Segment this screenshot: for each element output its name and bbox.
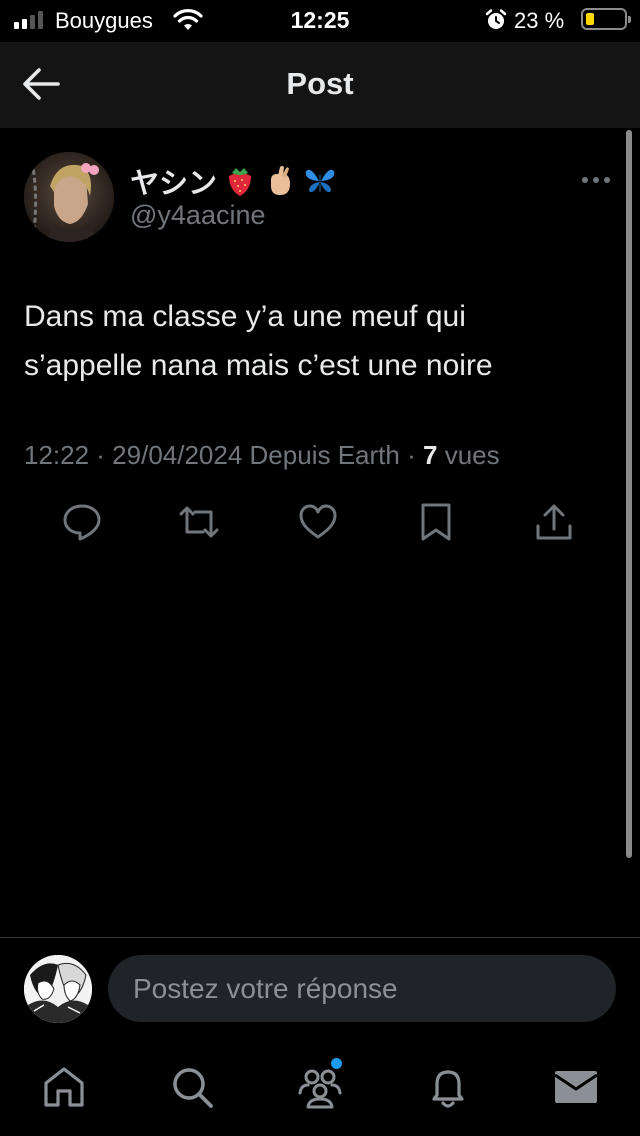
communities-icon <box>298 1069 342 1109</box>
top-header: Post <box>0 42 640 128</box>
strawberry-emoji <box>223 164 257 198</box>
views-label: vues <box>444 440 500 470</box>
communities-badge <box>331 1058 342 1069</box>
tab-messages[interactable] <box>552 1063 600 1111</box>
notifications-icon <box>432 1070 464 1108</box>
bottom-tab-bar <box>0 1045 640 1136</box>
reply-button[interactable] <box>60 500 104 544</box>
post-metadata: 12:22 · 29/04/2024 Depuis Earth · 7 vues <box>24 440 500 471</box>
reply-divider <box>0 937 640 938</box>
share-button[interactable] <box>532 500 576 544</box>
messages-icon <box>554 1071 598 1103</box>
post-text: Dans ma classe y’a une meuf qui s’appell… <box>24 292 614 390</box>
reply-input[interactable] <box>108 955 616 1022</box>
share-icon <box>536 504 572 540</box>
repost-button[interactable] <box>177 500 221 544</box>
tab-notifications[interactable] <box>424 1063 472 1111</box>
post-text-line: Dans ma classe y’a une meuf qui <box>24 300 466 333</box>
more-options-button[interactable] <box>582 172 616 188</box>
repost-icon <box>179 506 219 538</box>
like-icon <box>299 504 337 539</box>
more-horizontal-icon <box>582 177 588 183</box>
tab-home[interactable] <box>40 1063 88 1111</box>
meta-separator: · <box>407 440 416 470</box>
post-timestamp: 12:22 · 29/04/2024 <box>24 440 243 470</box>
post-detail-screen: Bouygues 12:25 23 % Post ヤシン @y4aacine D… <box>0 0 640 1136</box>
crossed-fingers-emoji <box>263 164 297 198</box>
bookmark-button[interactable] <box>414 500 458 544</box>
scrollbar[interactable] <box>626 130 632 858</box>
butterfly-emoji <box>303 164 337 198</box>
display-name-text: ヤシン <box>130 168 218 200</box>
post-action-bar <box>0 500 640 550</box>
alarm-icon <box>484 8 508 37</box>
tab-communities[interactable] <box>296 1063 344 1111</box>
status-bar: Bouygues 12:25 23 % <box>0 0 640 42</box>
battery-percentage: 23 % <box>514 8 565 33</box>
author-avatar[interactable] <box>24 152 114 242</box>
current-user-avatar[interactable] <box>24 955 92 1023</box>
author-handle[interactable]: @y4aacine <box>130 200 266 231</box>
battery-icon <box>581 8 631 30</box>
page-title: Post <box>286 66 354 101</box>
search-icon <box>173 1068 213 1108</box>
reply-icon <box>63 504 101 541</box>
post-text-line: s’appelle nana mais c’est une noire <box>24 349 493 382</box>
tab-search[interactable] <box>168 1063 216 1111</box>
post-source: Depuis Earth <box>249 440 400 470</box>
home-icon <box>44 1067 84 1107</box>
author-display-name[interactable]: ヤシン <box>130 160 337 202</box>
bookmark-icon <box>421 503 451 541</box>
views-count[interactable]: 7 <box>423 440 437 470</box>
like-button[interactable] <box>296 500 340 544</box>
